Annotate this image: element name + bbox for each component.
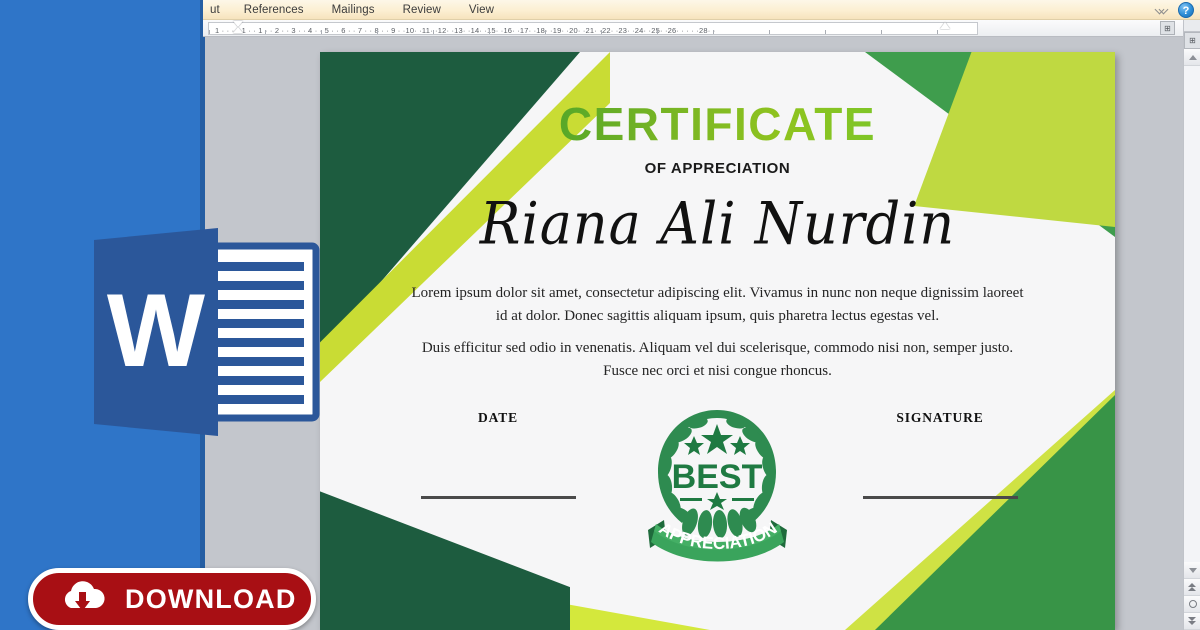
- ribbon-tab-references[interactable]: References: [230, 0, 318, 20]
- scroll-up-button[interactable]: [1184, 49, 1200, 66]
- download-button[interactable]: DOWNLOAD: [28, 568, 316, 630]
- ruler-corner-icon[interactable]: ⊞: [1160, 21, 1175, 35]
- ribbon-tabs: ut References Mailings Review View: [208, 0, 508, 20]
- star-icon: [730, 436, 750, 455]
- recipient-name: Riana Ali Nurdin: [320, 189, 1115, 257]
- ribbon-tab-view[interactable]: View: [455, 0, 508, 20]
- scrollbar-track[interactable]: [1184, 66, 1200, 562]
- arrow-down-icon: [1189, 568, 1197, 573]
- arrow-up-icon: [1189, 55, 1197, 60]
- ruler-ticks: [209, 30, 977, 34]
- star-icon: [701, 424, 733, 454]
- double-arrow-down-icon: [1188, 617, 1197, 626]
- right-indent-marker[interactable]: [940, 22, 950, 29]
- signature-label: SIGNATURE: [845, 410, 1035, 426]
- date-label: DATE: [403, 410, 593, 426]
- star-icon: [684, 436, 704, 455]
- signature-block: SIGNATURE: [845, 410, 1035, 499]
- certificate-paragraph-2: Duis efficitur sed odio in venenatis. Al…: [404, 337, 1031, 384]
- badge-top-text: BEST: [672, 458, 763, 496]
- next-page-button[interactable]: [1184, 613, 1200, 630]
- certificate-title: CERTIFICATE: [320, 97, 1115, 151]
- scroll-down-button[interactable]: [1184, 562, 1200, 579]
- download-button-label: DOWNLOAD: [125, 584, 297, 615]
- ribbon-tab-layout-clipped[interactable]: ut: [208, 0, 230, 20]
- ribbon-tab-mailings[interactable]: Mailings: [318, 0, 389, 20]
- split-handle[interactable]: [1184, 20, 1200, 32]
- hanging-indent-marker[interactable]: [233, 27, 243, 33]
- chevron-down-icon[interactable]: [1156, 4, 1169, 17]
- certificate-document[interactable]: CERTIFICATE OF APPRECIATION Riana Ali Nu…: [320, 52, 1115, 630]
- previous-page-button[interactable]: [1184, 579, 1200, 596]
- vertical-scrollbar[interactable]: ⊞: [1183, 20, 1200, 630]
- signature-line: [863, 496, 1018, 499]
- ruler-track: 1 · · · · 1 · · 1 · · 2 · · 3 · · 4 · · …: [208, 22, 978, 35]
- ribbon-tab-bar: ut References Mailings Review View ?: [203, 0, 1200, 20]
- certificate-paragraph-1: Lorem ipsum dolor sit amet, consectetur …: [404, 282, 1031, 329]
- certificate-subtitle: OF APPRECIATION: [320, 160, 1115, 177]
- help-icon[interactable]: ?: [1178, 2, 1194, 18]
- svg-text:W: W: [107, 273, 206, 389]
- date-block: DATE: [403, 410, 593, 499]
- best-appreciation-badge: BEST APPRECIATION: [630, 402, 805, 567]
- horizontal-ruler[interactable]: 1 · · · · 1 · · 1 · · 2 · · 3 · · 4 · · …: [203, 20, 1183, 37]
- ribbon-right-controls: ?: [1156, 0, 1194, 20]
- date-signature-line: [421, 496, 576, 499]
- cloud-download-icon: [59, 578, 107, 621]
- double-arrow-up-icon: [1188, 583, 1197, 592]
- word-logo: W: [90, 228, 322, 436]
- circle-icon: [1189, 600, 1197, 608]
- browse-object-button[interactable]: [1184, 596, 1200, 613]
- ruler-toggle-icon[interactable]: ⊞: [1184, 32, 1200, 49]
- ribbon-tab-review[interactable]: Review: [389, 0, 455, 20]
